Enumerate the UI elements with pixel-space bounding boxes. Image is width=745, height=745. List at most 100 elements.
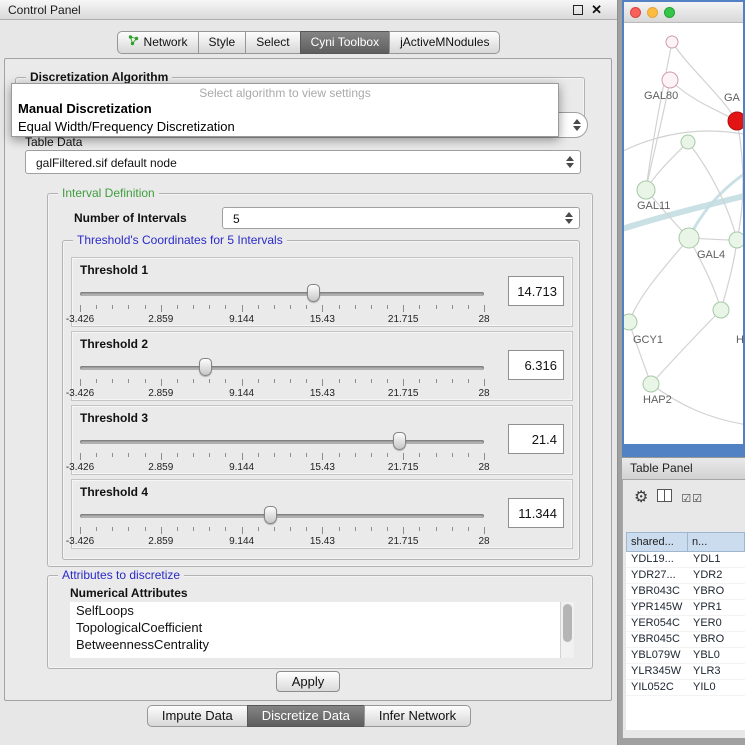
threshold-value-field[interactable]: 14.713 — [508, 276, 564, 306]
slider-tick — [484, 527, 485, 534]
tab-jactivemnodules[interactable]: jActiveMNodules — [389, 31, 500, 54]
slider-thumb[interactable] — [393, 432, 406, 450]
network-node[interactable] — [643, 376, 659, 392]
attribute-list-item[interactable]: TopologicalCoefficient — [70, 619, 574, 636]
table-row[interactable]: YER054CYER0 — [626, 616, 745, 632]
gear-icon[interactable]: ⚙ — [634, 490, 648, 506]
tab-infer-network[interactable]: Infer Network — [364, 705, 471, 727]
column-header-shared-name[interactable]: shared... — [626, 532, 688, 552]
threshold-value-field[interactable]: 11.344 — [508, 498, 564, 528]
network-node[interactable] — [728, 112, 743, 130]
network-node[interactable] — [637, 181, 655, 199]
slider-tick — [193, 453, 194, 457]
dropdown-option-manual-discretization[interactable]: Manual Discretization — [12, 100, 558, 118]
threshold-slider[interactable]: -3.4262.8599.14415.4321.71528 — [80, 282, 484, 326]
network-edge[interactable] — [646, 42, 672, 190]
tab-label: Discretize Data — [262, 708, 350, 723]
close-traffic-light-icon[interactable] — [630, 7, 641, 18]
table-data-combobox[interactable]: galFiltered.sif default node — [25, 150, 581, 174]
slider-track[interactable] — [80, 292, 484, 296]
slider-tick — [452, 379, 453, 383]
bottom-tab-bar: Impute Data Discretize Data Infer Networ… — [0, 705, 618, 727]
network-view-window: GAL80GAGAL11GAL4GCY1HHAP2 — [622, 0, 745, 457]
tab-select[interactable]: Select — [245, 31, 300, 54]
slider-tick — [177, 527, 178, 531]
network-edge[interactable] — [737, 121, 743, 240]
slider-tick — [436, 527, 437, 531]
slider-tick — [258, 453, 259, 457]
threshold-slider[interactable]: -3.4262.8599.14415.4321.71528 — [80, 430, 484, 474]
slider-tick — [80, 527, 81, 534]
threshold-value-field[interactable]: 21.4 — [508, 424, 564, 454]
minimize-traffic-light-icon[interactable] — [647, 7, 658, 18]
slider-tick — [484, 379, 485, 386]
slider-tick — [225, 379, 226, 383]
slider-tick — [258, 305, 259, 309]
slider-tick — [290, 527, 291, 531]
table-row[interactable]: YLR345WYLR3 — [626, 664, 745, 680]
scrollbar-thumb[interactable] — [563, 604, 572, 642]
tab-label: Style — [209, 32, 236, 53]
attribute-list-item[interactable]: SelfLoops — [70, 602, 574, 619]
threshold-slider[interactable]: -3.4262.8599.14415.4321.71528 — [80, 504, 484, 548]
threshold-value-field[interactable]: 6.316 — [508, 350, 564, 380]
column-header-name[interactable]: n... — [688, 532, 745, 552]
tab-discretize-data[interactable]: Discretize Data — [247, 705, 365, 727]
network-edge[interactable] — [651, 310, 721, 384]
table-row[interactable]: YIL052CYIL0 — [626, 680, 745, 696]
slider-tick — [322, 305, 323, 312]
tab-network[interactable]: Network — [117, 31, 199, 54]
tab-cyni-toolbox[interactable]: Cyni Toolbox — [300, 31, 390, 54]
slider-thumb[interactable] — [199, 358, 212, 376]
columns-icon[interactable] — [657, 489, 672, 507]
threshold-label: Threshold 4 — [80, 485, 148, 499]
table-row[interactable]: YBR043CYBRO — [626, 584, 745, 600]
table-row[interactable]: YDR27...YDR2 — [626, 568, 745, 584]
network-edge[interactable] — [629, 322, 651, 384]
table-row[interactable]: YBL079WYBL0 — [626, 648, 745, 664]
slider-tick — [80, 379, 81, 386]
tab-style[interactable]: Style — [198, 31, 247, 54]
slider-track[interactable] — [80, 514, 484, 518]
network-node[interactable] — [713, 302, 729, 318]
group-title: Attributes to discretize — [58, 568, 184, 582]
slider-tick — [436, 305, 437, 309]
slider-tick — [306, 305, 307, 309]
slider-thumb[interactable] — [307, 284, 320, 302]
network-edge[interactable] — [672, 42, 737, 121]
network-node[interactable] — [679, 228, 699, 248]
threshold-slider[interactable]: -3.4262.8599.14415.4321.71528 — [80, 356, 484, 400]
slider-track[interactable] — [80, 440, 484, 444]
apply-button[interactable]: Apply — [276, 671, 340, 692]
slider-ticks — [80, 379, 484, 387]
numerical-attributes-label: Numerical Attributes — [70, 586, 188, 600]
slider-tick — [128, 453, 129, 457]
network-edge[interactable] — [629, 238, 689, 322]
network-node[interactable] — [662, 72, 678, 88]
restore-icon[interactable] — [573, 5, 583, 15]
table-row[interactable]: YBR045CYBRO — [626, 632, 745, 648]
table-row[interactable]: YPR145WYPR1 — [626, 600, 745, 616]
network-node[interactable] — [666, 36, 678, 48]
attribute-list-item[interactable]: BetweennessCentrality — [70, 636, 574, 653]
slider-tick — [145, 527, 146, 531]
attribute-list-scrollbar[interactable] — [560, 602, 574, 658]
network-node[interactable] — [729, 232, 743, 248]
slider-track[interactable] — [80, 366, 484, 370]
table-panel: ⚙ ☑☑ shared... n... YDL19...YDL1YDR27...… — [622, 480, 745, 738]
slider-tick — [209, 305, 210, 309]
control-panel-titlebar: Control Panel ✕ — [0, 0, 617, 20]
network-node[interactable] — [681, 135, 695, 149]
number-of-intervals-combobox[interactable]: 5 — [222, 207, 580, 229]
network-node[interactable] — [624, 314, 637, 330]
network-canvas[interactable]: GAL80GAGAL11GAL4GCY1HHAP2 — [624, 23, 743, 444]
slider-tick — [161, 453, 162, 460]
table-row[interactable]: YDL19...YDL1 — [626, 552, 745, 568]
select-columns-icon[interactable]: ☑☑ — [681, 492, 703, 505]
close-icon[interactable]: ✕ — [591, 2, 602, 18]
threshold-label: Threshold 1 — [80, 263, 148, 277]
zoom-traffic-light-icon[interactable] — [664, 7, 675, 18]
dropdown-option-equal-width-frequency[interactable]: Equal Width/Frequency Discretization — [12, 118, 558, 136]
slider-thumb[interactable] — [264, 506, 277, 524]
tab-impute-data[interactable]: Impute Data — [147, 705, 248, 727]
